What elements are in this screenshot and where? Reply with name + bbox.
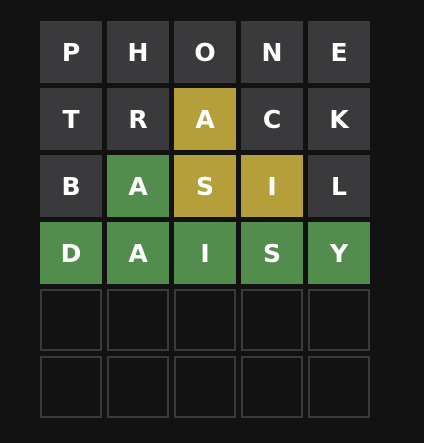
tile-row1-col2: H [107, 21, 169, 83]
tile-row5-col4 [241, 289, 303, 351]
tile-row6-col2 [107, 356, 169, 418]
tile-row1-col1: P [40, 21, 102, 83]
tile-row6-col4 [241, 356, 303, 418]
tile-row6-col3 [174, 356, 236, 418]
tile-row2-col4: C [241, 88, 303, 150]
tile-row5-col2 [107, 289, 169, 351]
tile-row1-col3: O [174, 21, 236, 83]
tile-row1-col4: N [241, 21, 303, 83]
tile-row5-col5 [308, 289, 370, 351]
tile-row2-col1: T [40, 88, 102, 150]
game-board: P H O N E T R A C K B A S I L D A I S Y [40, 21, 370, 418]
tile-row6-col5 [308, 356, 370, 418]
tile-row6-col1 [40, 356, 102, 418]
tile-row2-col3: A [174, 88, 236, 150]
tile-row4-col4: S [241, 222, 303, 284]
tile-row3-col3: S [174, 155, 236, 217]
tile-row2-col5: K [308, 88, 370, 150]
tile-row5-col1 [40, 289, 102, 351]
tile-row3-col5: L [308, 155, 370, 217]
tile-row3-col4: I [241, 155, 303, 217]
tile-row3-col1: B [40, 155, 102, 217]
tile-row4-col1: D [40, 222, 102, 284]
tile-row4-col2: A [107, 222, 169, 284]
tile-row3-col2: A [107, 155, 169, 217]
tile-row4-col5: Y [308, 222, 370, 284]
tile-row4-col3: I [174, 222, 236, 284]
tile-row2-col2: R [107, 88, 169, 150]
tile-row5-col3 [174, 289, 236, 351]
tile-row1-col5: E [308, 21, 370, 83]
